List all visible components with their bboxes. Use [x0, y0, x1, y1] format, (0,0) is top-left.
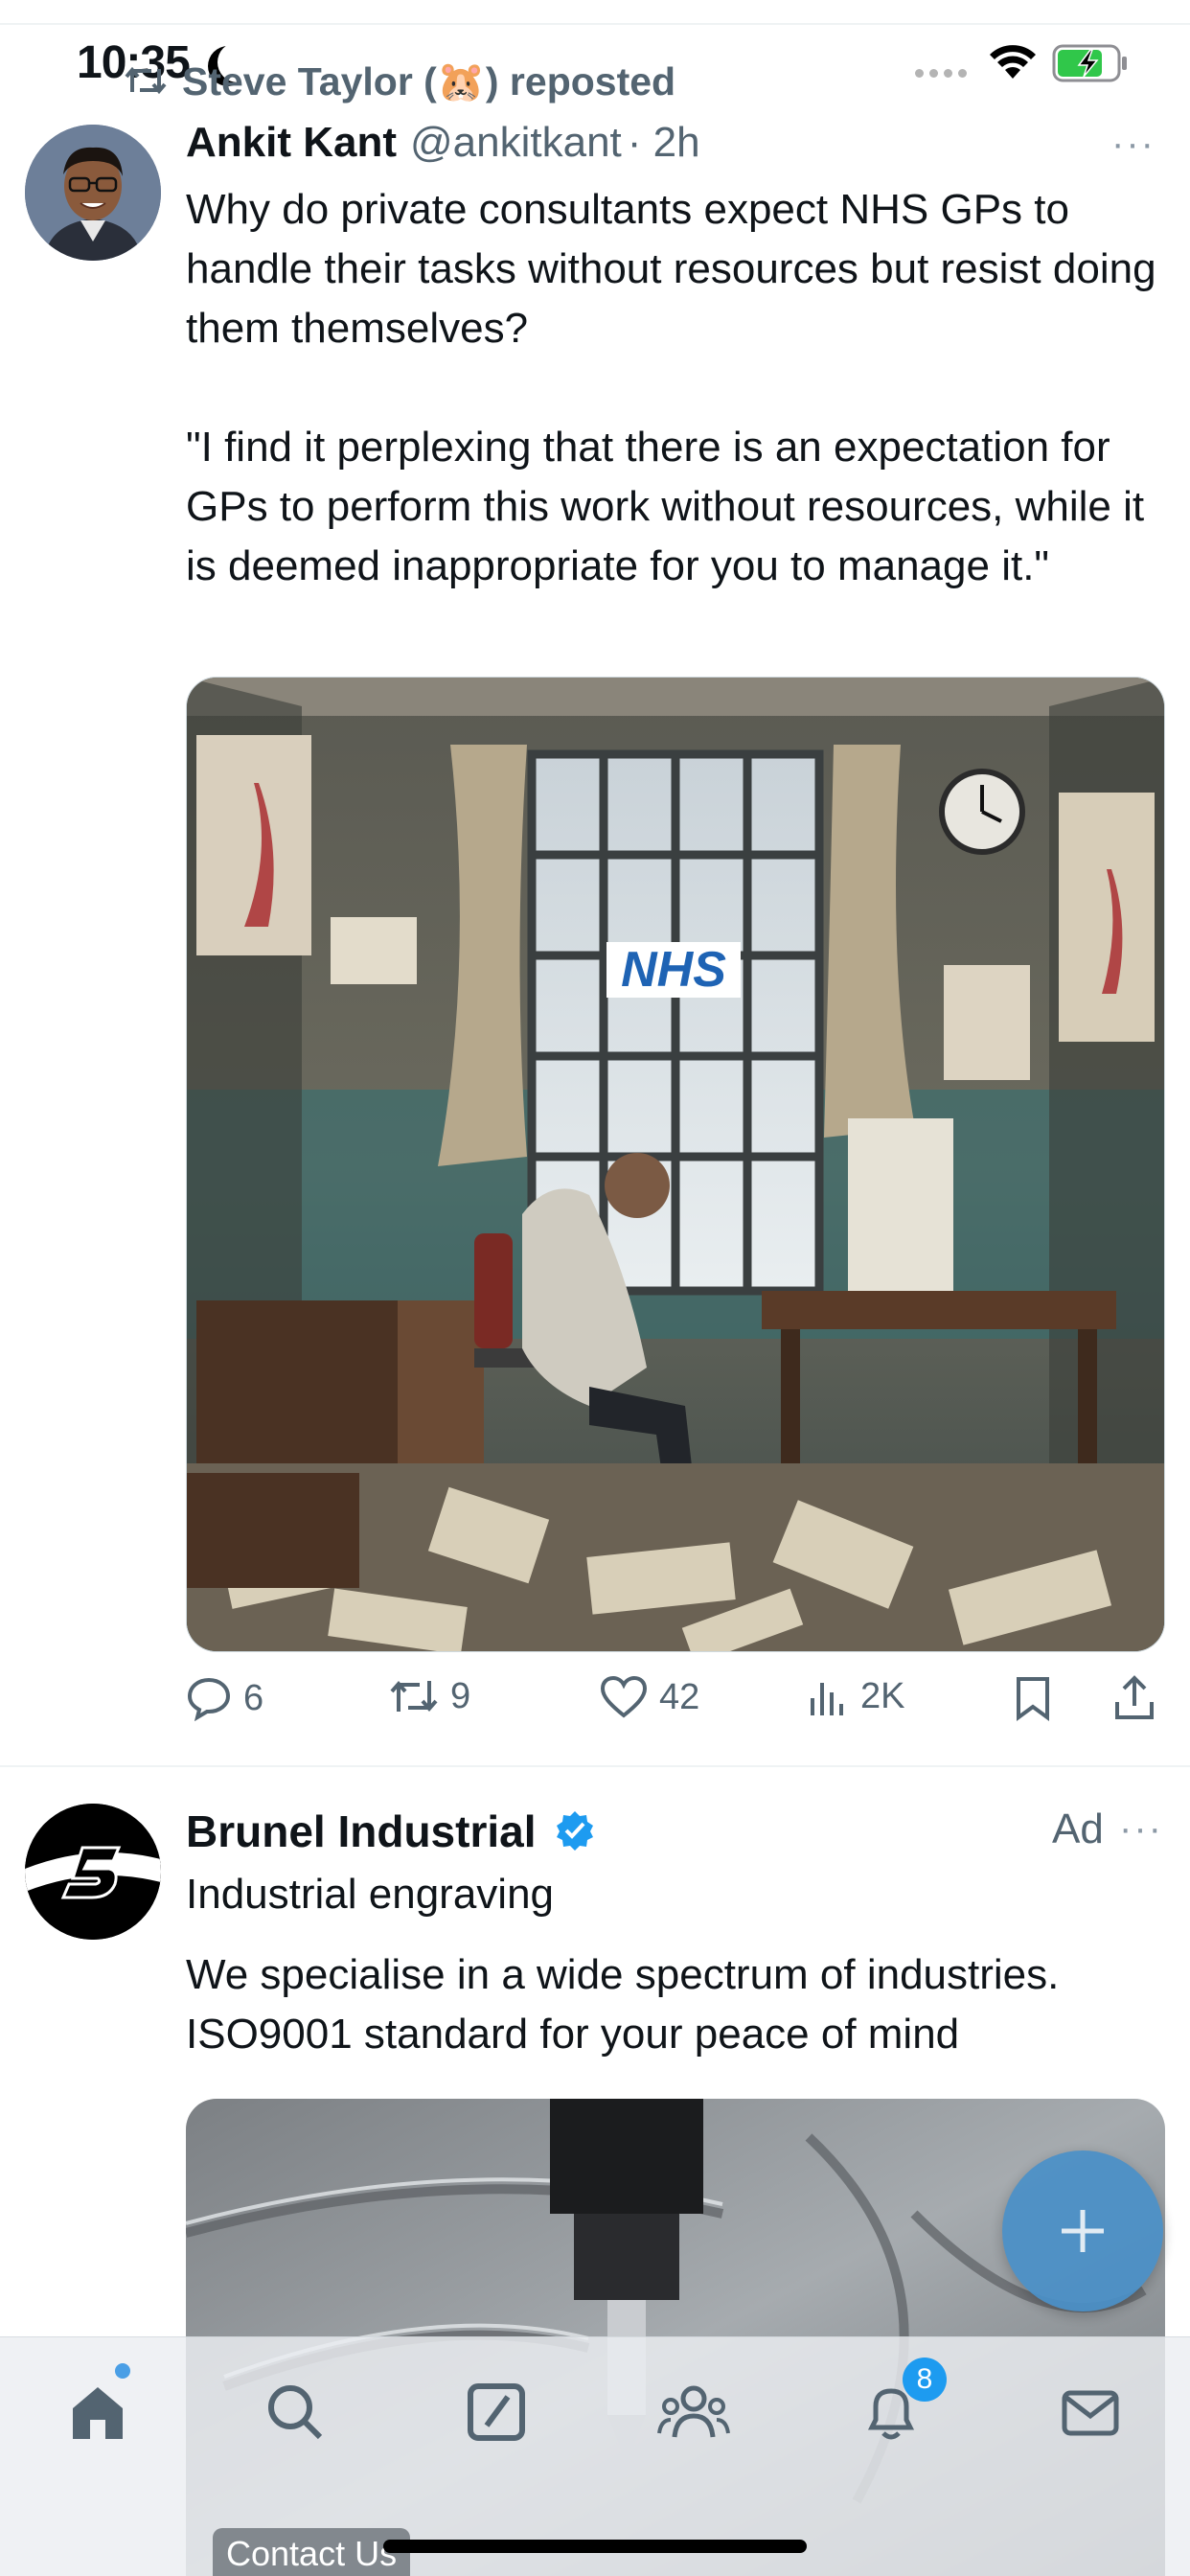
tweet-text: Why do private consultants expect NHS GP…: [186, 180, 1163, 656]
tweet-paragraph: "I find it perplexing that there is an e…: [186, 424, 1145, 589]
cellular-dots-icon: [915, 69, 967, 78]
author-avatar[interactable]: [25, 125, 161, 261]
search-icon: [268, 2385, 323, 2440]
home-unread-dot: [115, 2363, 130, 2379]
battery-charging-icon: [1052, 44, 1127, 82]
analytics-icon: [811, 1683, 843, 1715]
ad-label: Ad: [1052, 1806, 1104, 1852]
tweet-image[interactable]: NHS: [186, 677, 1165, 1652]
tab-search[interactable]: [257, 2374, 333, 2450]
advertiser-name[interactable]: Brunel Industrial: [186, 1806, 536, 1857]
tab-communities[interactable]: [655, 2374, 732, 2450]
ad-subtitle: Industrial engraving: [186, 1871, 555, 1918]
communities-icon: [657, 2385, 730, 2438]
like-button[interactable]: 42: [600, 1675, 699, 1719]
tweet-divider: [0, 1765, 1190, 1767]
wifi-icon: [990, 45, 1036, 79]
like-count: 42: [659, 1676, 700, 1717]
ad-text-line: We specialise in a wide spectrum of indu…: [186, 1951, 1060, 1998]
top-divider: [0, 23, 1190, 25]
reply-button[interactable]: 6: [186, 1675, 263, 1721]
plus-icon: [1062, 2210, 1104, 2252]
advertiser-logo[interactable]: [25, 1804, 161, 1940]
reply-icon: [187, 1677, 231, 1721]
repost-count: 9: [450, 1675, 471, 1716]
repost-icon: [125, 66, 167, 95]
tab-grok[interactable]: [458, 2374, 535, 2450]
tweet-paragraph: Why do private consultants expect NHS GP…: [186, 186, 1156, 352]
view-count: 2K: [860, 1675, 905, 1716]
bookmark-button[interactable]: [1014, 1675, 1052, 1721]
repost-attribution[interactable]: Steve Taylor (🐹) reposted: [182, 59, 675, 105]
share-icon: [1115, 1675, 1154, 1719]
ad-text: We specialise in a wide spectrum of indu…: [186, 1945, 1163, 2064]
more-options-icon[interactable]: ···: [1111, 123, 1156, 166]
tweet-time[interactable]: · 2h: [628, 119, 700, 166]
tab-messages[interactable]: [1052, 2374, 1129, 2450]
contact-us-button[interactable]: Contact Us: [213, 2528, 411, 2576]
views-button[interactable]: 2K: [807, 1675, 904, 1717]
bookmark-icon: [1017, 1677, 1049, 1721]
reply-count: 6: [243, 1677, 264, 1718]
share-button[interactable]: [1113, 1675, 1156, 1721]
ad-text-line: ISO9001 standard for your peace of mind: [186, 2011, 960, 2058]
verified-badge-icon: [557, 1811, 593, 1851]
messages-icon: [1062, 2390, 1119, 2436]
repost-icon: [390, 1680, 438, 1713]
notifications-badge: 8: [903, 2358, 947, 2402]
compose-button[interactable]: [1002, 2150, 1163, 2312]
tab-home[interactable]: [59, 2374, 136, 2450]
repost-button[interactable]: 9: [389, 1675, 470, 1717]
author-handle[interactable]: @ankitkant: [410, 119, 622, 166]
home-indicator[interactable]: [383, 2540, 807, 2553]
author-name[interactable]: Ankit Kant: [186, 119, 397, 166]
tweet-header: Ankit Kant @ankitkant · 2h: [186, 119, 700, 167]
heart-icon: [600, 1675, 648, 1718]
more-options-icon[interactable]: ···: [1119, 1807, 1163, 1851]
home-icon: [73, 2387, 123, 2439]
tweet-actions: 6 9 42 2K: [186, 1675, 1165, 1733]
nhs-sign: NHS: [621, 942, 726, 998]
grok-icon: [468, 2383, 525, 2441]
